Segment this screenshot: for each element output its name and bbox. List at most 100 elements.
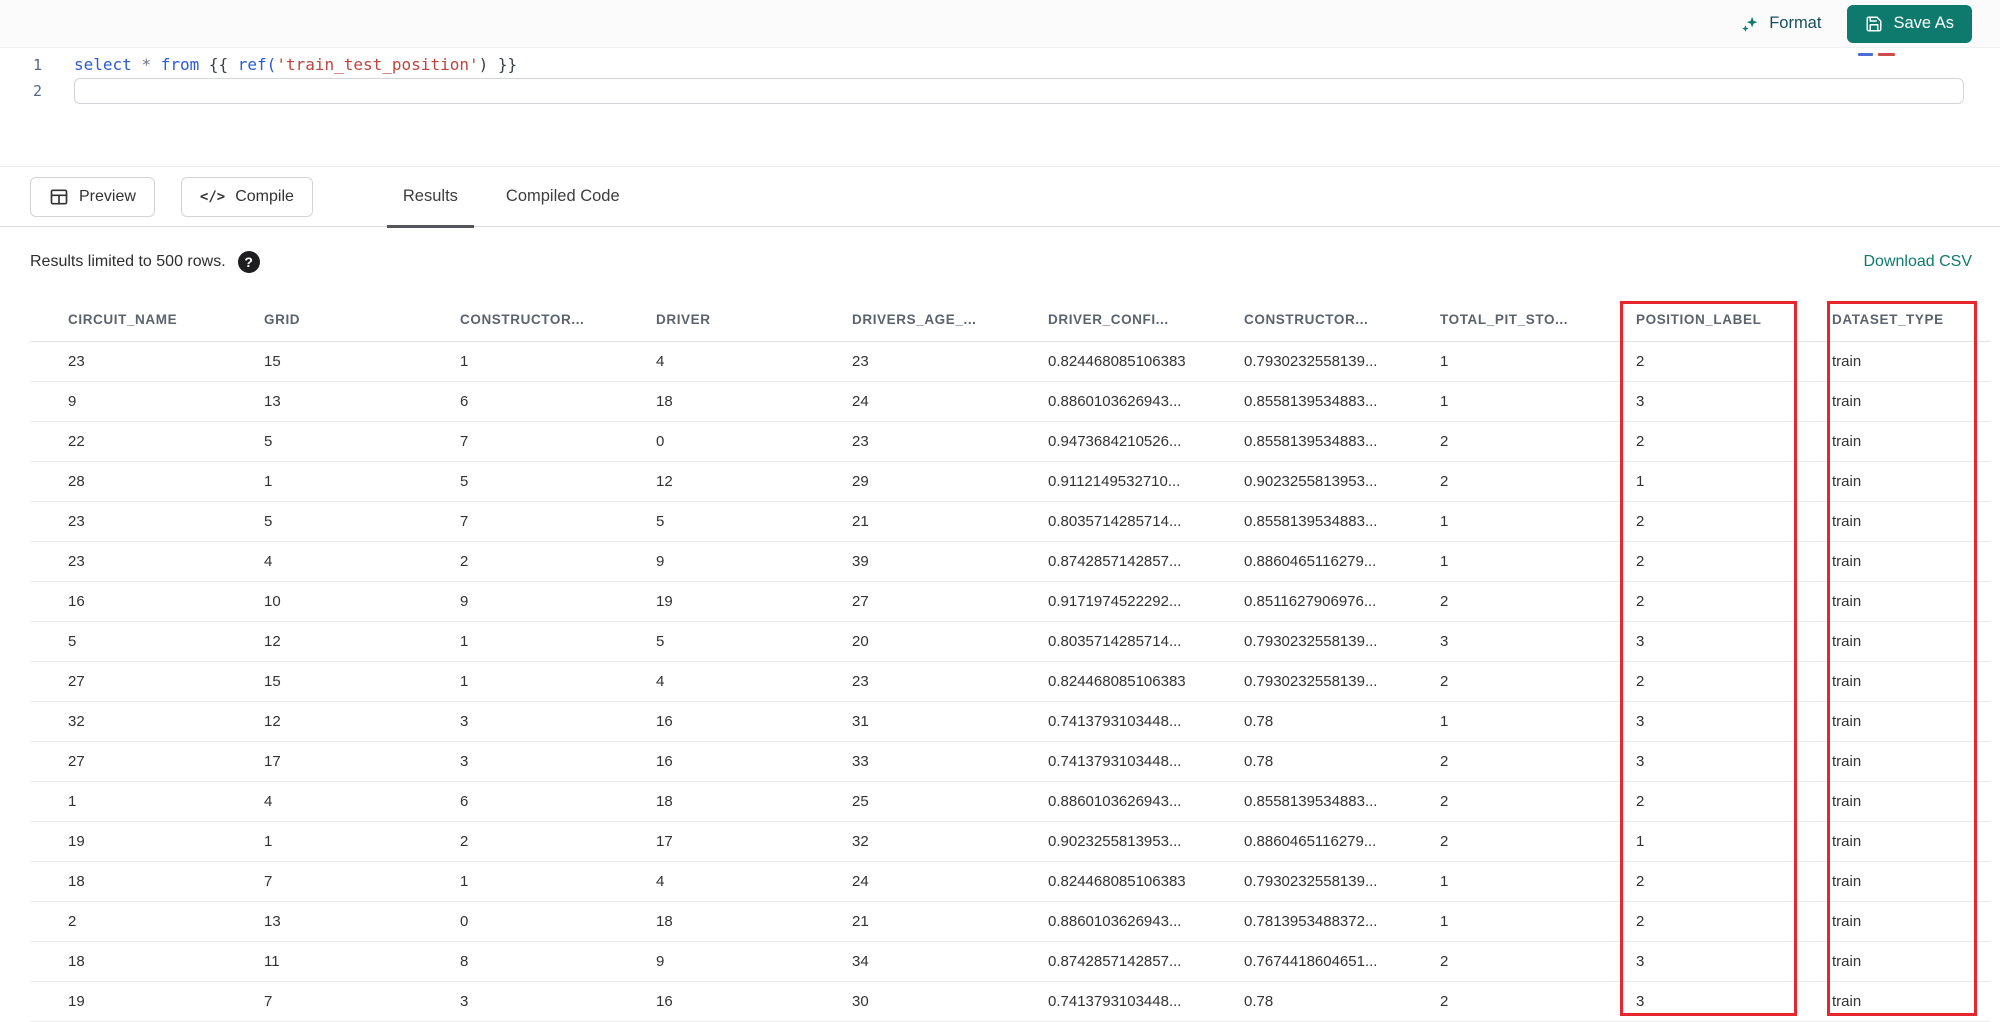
table-cell: 1 (1402, 501, 1598, 542)
table-cell: 1 (1402, 341, 1598, 382)
table-cell: 12 (226, 621, 422, 662)
table-cell: 1 (226, 461, 422, 502)
table-row: 28 1 5 12 29 0.9112149532710... 0.902325581395… (30, 461, 1990, 502)
table-cell: 2 (30, 901, 226, 942)
results-panel: Preview </> Compile Results Compiled Code… (0, 167, 2000, 1022)
table-cell: 0.8860465116279... (1206, 821, 1402, 862)
preview-button[interactable]: Preview (30, 176, 155, 217)
table-cell: train (1794, 621, 1990, 662)
table-cell: 1 (1402, 541, 1598, 582)
table-cell: 23 (814, 421, 1010, 462)
code-token: ref( (237, 55, 277, 74)
table-cell: train (1794, 981, 1990, 1022)
table-cell: 19 (30, 821, 226, 862)
table-cell: 1 (226, 821, 422, 862)
format-button[interactable]: Format (1740, 14, 1821, 34)
table-cell: 2 (1598, 421, 1794, 462)
table-cell: 5 (618, 501, 814, 542)
table-cell: 1 (422, 341, 618, 382)
table-cell: 2 (1598, 661, 1794, 702)
table-cell: 27 (30, 661, 226, 702)
table-cell: train (1794, 541, 1990, 582)
format-label: Format (1769, 14, 1822, 32)
column-header: DATASET_TYPE (1794, 299, 1990, 342)
table-cell: 23 (30, 541, 226, 582)
table-cell: 3 (1598, 941, 1794, 982)
code-token: select (74, 55, 132, 74)
table-cell: train (1794, 461, 1990, 502)
table-cell: 0.9473684210526... (1010, 421, 1206, 462)
table-cell: 32 (814, 821, 1010, 862)
table-cell: train (1794, 661, 1990, 702)
table-row: 2 13 0 18 21 0.8860103626943... 0.781395348837… (30, 901, 1990, 942)
table-cell: 0.7413793103448... (1010, 701, 1206, 742)
table-cell: 2 (1598, 341, 1794, 382)
table-cell: 2 (1598, 781, 1794, 822)
table-cell: 1 (422, 661, 618, 702)
table-cell: 32 (30, 701, 226, 742)
table-row: 22 5 7 0 23 0.9473684210526... 0.8558139534883… (30, 421, 1990, 462)
table-cell: 23 (814, 661, 1010, 702)
table-cell: 0.8511627906976... (1206, 581, 1402, 622)
help-icon[interactable]: ? (237, 251, 260, 273)
compile-button[interactable]: </> Compile (180, 176, 313, 217)
table-cell: 3 (422, 741, 618, 782)
table-cell: 0.7413793103448... (1010, 981, 1206, 1022)
table-row: 5 12 1 5 20 0.8035714285714... 0.7930232558139… (30, 621, 1990, 662)
table-cell: train (1794, 741, 1990, 782)
table-cell: 24 (814, 381, 1010, 422)
table-cell: 23 (814, 341, 1010, 382)
table-cell: 2 (1402, 981, 1598, 1022)
table-cell: 3 (1598, 701, 1794, 742)
table-row: 23 4 2 9 39 0.8742857142857... 0.8860465116279… (30, 541, 1990, 582)
table-cell: 9 (618, 541, 814, 582)
tab-results[interactable]: Results (379, 167, 482, 228)
table-cell: 23 (30, 341, 226, 382)
table-cell: 2 (422, 821, 618, 862)
table-cell: 6 (422, 781, 618, 822)
table-cell: 1 (422, 861, 618, 902)
table-cell: train (1794, 581, 1990, 622)
table-cell: train (1794, 341, 1990, 382)
table-cell: train (1794, 941, 1990, 982)
code-editor[interactable]: 12 select * from {{ ref('train_test_posi… (0, 48, 2000, 166)
table-cell: 24 (814, 861, 1010, 902)
table-cell: 17 (618, 821, 814, 862)
table-cell: 5 (618, 621, 814, 662)
table-body: 23 15 1 4 23 0.824468085106383 0.7930232558139… (30, 341, 1990, 1022)
table-cell: 0.7930232558139... (1206, 621, 1402, 662)
table-cell: 18 (30, 861, 226, 902)
code-brackets-icon: </> (199, 188, 226, 205)
table-cell: 11 (226, 941, 422, 982)
table-grid-icon (49, 187, 69, 207)
table-cell: 18 (618, 381, 814, 422)
column-header: TOTAL_PIT_STO... (1402, 299, 1598, 342)
row-limit-text: Results limited to 500 rows. (30, 253, 226, 270)
table-cell: 1 (1598, 821, 1794, 862)
column-header: CONSTRUCTOR... (1206, 299, 1402, 342)
table-row: 19 1 2 17 32 0.9023255813953... 0.886046511627… (30, 821, 1990, 862)
table-cell: 5 (30, 621, 226, 662)
table-cell: 27 (814, 581, 1010, 622)
download-csv-link[interactable]: Download CSV (1864, 253, 1973, 271)
table-cell: 1 (1598, 461, 1794, 502)
table-cell: 2 (1402, 821, 1598, 862)
table-cell: 0.7930232558139... (1206, 861, 1402, 902)
save-as-button[interactable]: Save As (1847, 4, 1972, 43)
table-row: 27 17 3 16 33 0.7413793103448... 0.78 2 3 train (30, 741, 1990, 782)
editor-toolbar: Format Save As (0, 0, 2000, 48)
table-cell: 7 (422, 421, 618, 462)
table-cell: 18 (618, 901, 814, 942)
tab-compiled-code[interactable]: Compiled Code (482, 167, 644, 227)
column-header: POSITION_LABEL (1598, 299, 1794, 342)
sparkles-icon (1740, 14, 1760, 34)
table-row: 1 4 6 18 25 0.8860103626943... 0.8558139534883… (30, 781, 1990, 822)
table-cell: 3 (1598, 741, 1794, 782)
table-cell: 2 (1598, 581, 1794, 622)
results-tabs: Results Compiled Code (379, 167, 644, 228)
table-cell: 21 (814, 901, 1010, 942)
table-cell: 4 (618, 661, 814, 702)
table-cell: train (1794, 901, 1990, 942)
